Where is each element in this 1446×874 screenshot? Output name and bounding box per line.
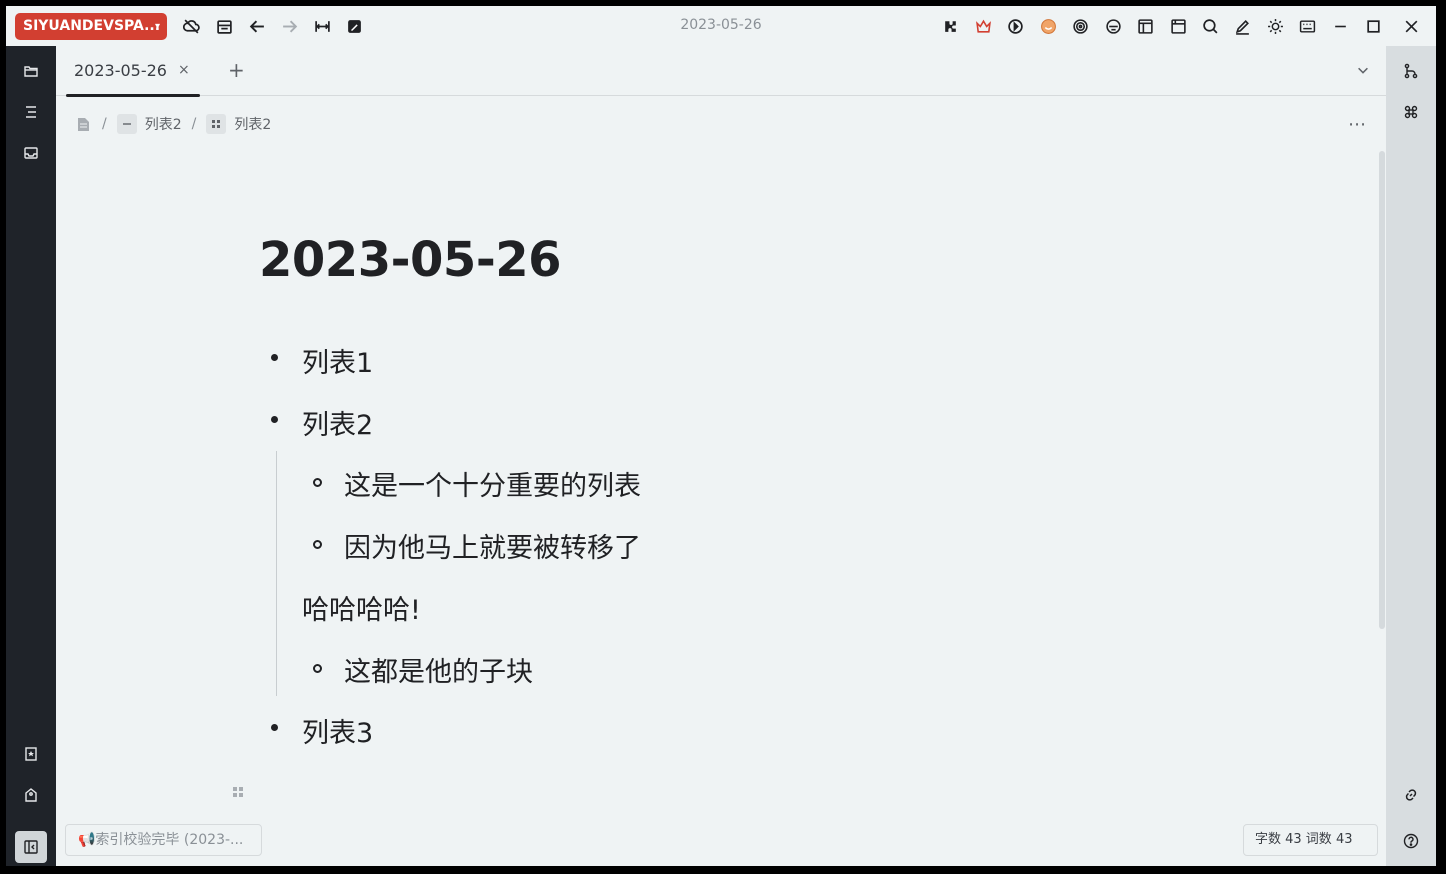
back-arrow-icon[interactable] (246, 15, 268, 37)
word-count[interactable]: 字数 43 词数 43 (1243, 824, 1378, 856)
list-item[interactable]: 因为他马上就要被转移了 (344, 526, 641, 565)
tag-icon[interactable] (19, 783, 43, 807)
app-window: 2023-05-26 SIYUANDEVSPA... ▾ 2023-05-26 … (6, 6, 1436, 866)
tab-list-chevron-icon[interactable] (1356, 62, 1370, 81)
list-item[interactable]: 这都是他的子块 (344, 650, 533, 689)
maximize-icon[interactable] (1362, 15, 1384, 37)
breadcrumb: / 列表2 / 列表2 (74, 112, 271, 136)
layout-icon[interactable] (1134, 15, 1156, 37)
document-icon[interactable] (74, 114, 92, 134)
right-dock (1386, 46, 1436, 866)
bullet-icon[interactable] (313, 540, 322, 549)
list-item[interactable]: 列表1 (302, 341, 373, 380)
children-guide-line (276, 451, 277, 696)
bullet-icon[interactable] (271, 724, 278, 731)
plugin-icon[interactable] (939, 15, 961, 37)
breadcrumb-separator: / (102, 116, 107, 132)
drag-handle-icon[interactable] (232, 786, 244, 802)
bullet-icon[interactable] (271, 416, 278, 423)
minimize-icon[interactable] (1329, 15, 1351, 37)
sun-icon[interactable] (1264, 15, 1286, 37)
cloud-sync-off-icon[interactable] (180, 15, 202, 37)
play-circle-icon[interactable] (1004, 15, 1026, 37)
bullet-icon[interactable] (271, 354, 278, 361)
tab-active-indicator (66, 94, 200, 97)
pen-icon[interactable] (1231, 15, 1253, 37)
more-options-button[interactable]: ⋯ (1348, 114, 1367, 135)
tab-close-icon[interactable]: × (178, 62, 190, 78)
list-icon (206, 114, 227, 134)
list-item[interactable]: 这是一个十分重要的列表 (344, 464, 641, 503)
list-item-icon (116, 114, 137, 134)
search-icon[interactable] (1199, 15, 1221, 37)
outline-icon[interactable] (19, 100, 43, 124)
sleep-face-icon[interactable] (1102, 15, 1124, 37)
help-icon[interactable] (1399, 829, 1423, 853)
crown-icon[interactable] (972, 15, 994, 37)
calendar-icon[interactable] (213, 15, 235, 37)
tab-label: 2023-05-26 (74, 61, 167, 80)
chevron-down-icon: ▾ (154, 21, 160, 32)
document-title[interactable]: 2023-05-26 (259, 232, 562, 288)
fit-width-icon[interactable] (311, 15, 333, 37)
close-icon[interactable] (1400, 15, 1422, 37)
graph-icon[interactable] (1399, 59, 1423, 83)
breadcrumb-item[interactable]: 列表2 (145, 114, 182, 134)
add-tab-button[interactable]: + (228, 58, 245, 82)
scrollbar[interactable] (1379, 151, 1385, 629)
command-icon[interactable] (1399, 100, 1423, 124)
orange-face-icon[interactable] (1037, 15, 1059, 37)
paragraph[interactable]: 哈哈哈哈! (302, 588, 421, 627)
breadcrumb-separator: / (191, 116, 197, 132)
bullet-icon[interactable] (313, 478, 322, 487)
file-tree-icon[interactable] (19, 59, 43, 83)
forward-arrow-icon[interactable] (278, 15, 300, 37)
spiral-icon[interactable] (1069, 15, 1091, 37)
list-item[interactable]: 列表2 (302, 403, 373, 442)
tab-document[interactable]: 2023-05-26 × (66, 46, 200, 97)
inbox-icon[interactable] (19, 141, 43, 165)
bullet-icon[interactable] (313, 664, 322, 673)
link-icon[interactable] (1399, 783, 1423, 807)
keyboard-icon[interactable] (1296, 15, 1318, 37)
dock-toggle-icon[interactable] (15, 831, 47, 863)
tab-bar: 2023-05-26 × + (56, 46, 1386, 97)
edit-mode-icon[interactable] (343, 15, 365, 37)
breadcrumb-item[interactable]: 列表2 (234, 114, 271, 134)
browser-window-icon[interactable] (1167, 15, 1189, 37)
title-bar: 2023-05-26 SIYUANDEVSPA... ▾ (6, 6, 1436, 46)
list-item[interactable]: 列表3 (302, 711, 373, 750)
workspace-label: SIYUANDEVSPA... (23, 18, 161, 34)
left-dock (6, 46, 56, 866)
workspace-button[interactable]: SIYUANDEVSPA... ▾ (15, 13, 167, 40)
bookmark-icon[interactable] (19, 742, 43, 766)
status-message[interactable]: 📢索引校验完毕 (2023-... (65, 824, 262, 856)
